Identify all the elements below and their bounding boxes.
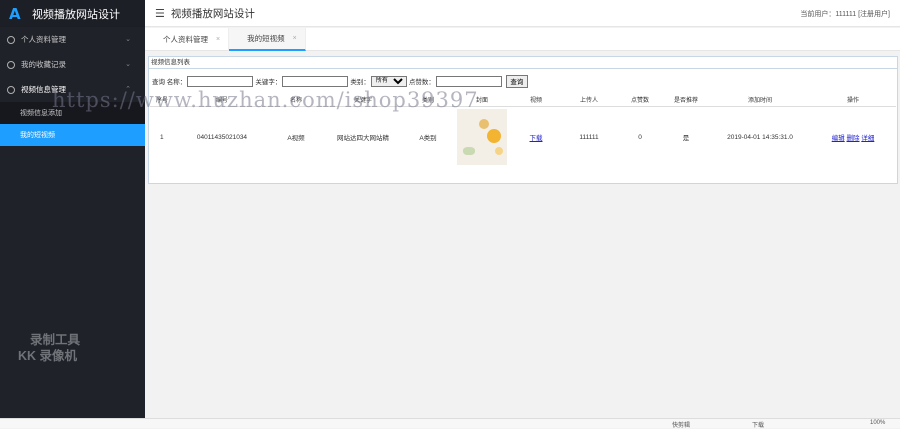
cell-recommended: 是 — [682, 135, 690, 143]
sidebar-item-label: 个人资料管理 — [21, 35, 66, 44]
zoom-level[interactable]: 100% — [870, 420, 885, 426]
cell-video: 下载 — [512, 106, 560, 168]
sidebar-subitem-my-videos[interactable]: 我的短视频 — [0, 124, 145, 146]
clicks-input[interactable] — [435, 75, 502, 87]
topbar: ☰ 视频播放网站设计 当前用户：111111 [注册用户] — [145, 0, 900, 27]
chevron-down-icon: ⌄ — [125, 36, 131, 43]
recorder-line1: 录制工具 — [30, 333, 81, 347]
menu-icon[interactable]: ☰ — [155, 7, 165, 20]
circle-icon — [7, 60, 15, 69]
sidebar: A 视频播放网站设计 个人资料管理 ⌄ 我的收藏记录 ⌄ 视频信息管理 ⌃ 视频… — [0, 0, 145, 418]
video-list-panel: 视频信息列表 查询 名称： 关键字： 类别： 所有 点赞数： 查询 序号 编号 … — [148, 56, 898, 184]
panel-heading: 视频信息列表 — [149, 57, 897, 69]
circle-icon — [7, 85, 15, 94]
status-bar: 快剪辑 下载 100% — [0, 418, 900, 429]
keyword-input[interactable] — [282, 75, 349, 87]
col-header: 操作 — [810, 93, 896, 107]
close-icon[interactable]: × — [216, 36, 220, 43]
url-watermark: https://www.huzhan.com/ishop39397 — [52, 88, 479, 112]
col-header: 点赞数 — [618, 93, 662, 107]
sidebar-item-favorites[interactable]: 我的收藏记录 ⌄ — [0, 52, 145, 77]
cell-index: 1 — [160, 133, 164, 141]
name-label: 查询 名称： — [152, 79, 187, 86]
logo: A 视频播放网站设计 — [0, 0, 145, 27]
col-header: 视频 — [512, 93, 560, 107]
cell-code: 04011435021034 — [196, 133, 248, 141]
cell-name: A视频 — [287, 135, 305, 143]
delete-link[interactable]: 删除 — [847, 135, 860, 142]
cell-cover — [452, 106, 512, 168]
category-label: 类别： — [350, 79, 370, 86]
recorder-watermark: 录制工具 KK 录像机 — [18, 332, 80, 364]
cell-uploader: 111111 — [579, 133, 599, 141]
cell-keyword: 网站达四大网站精 — [337, 135, 389, 143]
download-link[interactable]: 下载 — [530, 135, 543, 142]
category-select[interactable]: 所有 — [370, 75, 407, 87]
recorder-line2: KK 录像机 — [18, 349, 78, 363]
cover-image — [457, 109, 507, 166]
app-title: 视频播放网站设计 — [32, 8, 120, 21]
tab-my-videos[interactable]: 我的短视频 × — [229, 28, 306, 51]
tab-profile[interactable]: 个人资料管理 × — [145, 28, 230, 51]
cell-likes: 0 — [638, 133, 642, 141]
page-title: 视频播放网站设计 — [170, 7, 255, 20]
col-header: 添加时间 — [710, 93, 810, 107]
col-header: 上传人 — [560, 93, 618, 107]
cell-actions: 编辑 删除 详细 — [810, 106, 896, 168]
clicks-label: 点赞数： — [408, 79, 435, 86]
col-header: 是否推荐 — [662, 93, 710, 107]
sidebar-item-profile[interactable]: 个人资料管理 ⌄ — [0, 27, 145, 52]
circle-icon — [7, 35, 15, 44]
keyword-label: 关键字： — [255, 79, 282, 86]
close-icon[interactable]: × — [293, 35, 297, 42]
logo-icon: A — [9, 4, 21, 23]
name-input[interactable] — [187, 75, 254, 87]
tab-label: 个人资料管理 — [163, 35, 208, 44]
tab-label: 我的短视频 — [247, 34, 285, 43]
cell-time: 2019-04-01 14:35:31.0 — [727, 133, 793, 141]
detail-link[interactable]: 详细 — [861, 135, 874, 142]
table-row: 1 04011435021034 A视频 网站达四大网站精 A类别 下载 111… — [150, 106, 896, 168]
edit-link[interactable]: 编辑 — [832, 135, 845, 142]
user-info[interactable]: 当前用户：111111 [注册用户] — [800, 9, 890, 19]
sidebar-item-label: 我的收藏记录 — [21, 60, 66, 69]
search-button[interactable]: 查询 — [505, 74, 528, 88]
tab-bar: 个人资料管理 × 我的短视频 × — [145, 28, 900, 51]
cell-category: A类别 — [419, 135, 437, 143]
chevron-down-icon: ⌄ — [125, 61, 131, 68]
